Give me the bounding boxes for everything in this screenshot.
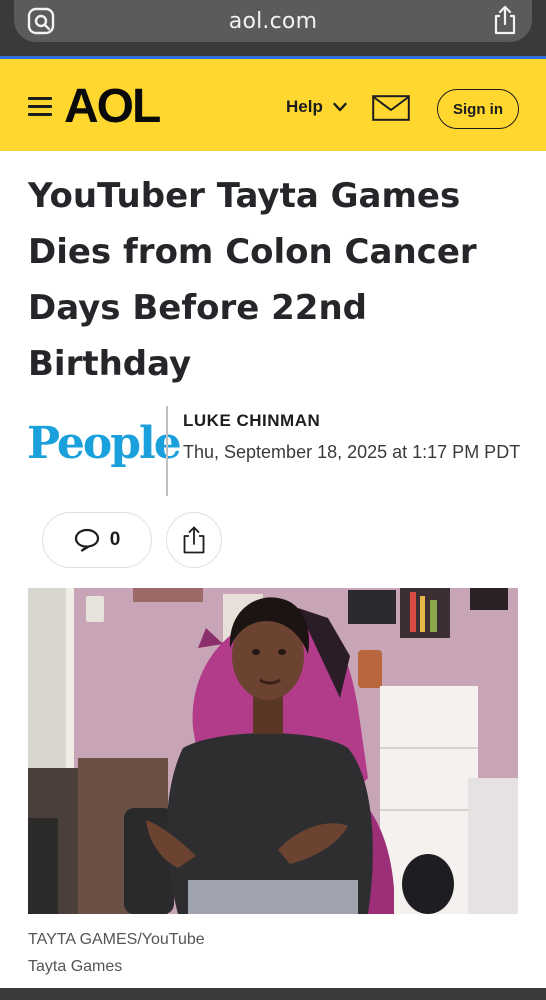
hamburger-menu-icon[interactable] — [28, 97, 52, 117]
aol-logo[interactable]: AOL — [64, 81, 161, 133]
photo-credit: TAYTA GAMES/YouTube — [28, 931, 205, 948]
address-bar[interactable]: aol.com — [14, 0, 532, 42]
chevron-down-icon — [333, 102, 347, 112]
browser-toolbar: aol.com — [0, 0, 546, 59]
author-name[interactable]: LUKE CHINMAN — [183, 411, 320, 431]
help-menu[interactable]: Help — [286, 97, 347, 117]
share-icon — [183, 526, 205, 554]
url-text[interactable]: aol.com — [229, 9, 317, 34]
byline-divider — [166, 406, 168, 496]
sign-in-button[interactable]: Sign in — [437, 89, 519, 129]
publish-date: Thu, September 18, 2025 at 1:17 PM PDT — [183, 442, 521, 462]
comment-icon — [74, 528, 99, 552]
share-button[interactable] — [166, 512, 222, 568]
article-photo[interactable] — [28, 588, 518, 914]
source-logo[interactable]: People — [27, 418, 182, 469]
photo-caption: Tayta Games — [28, 958, 123, 975]
help-label: Help — [286, 97, 323, 116]
comment-count: 0 — [109, 529, 121, 550]
comments-button[interactable]: 0 — [42, 512, 152, 568]
article-headline: YouTuber Tayta Games Dies from Colon Can… — [28, 176, 477, 384]
site-settings-icon[interactable] — [26, 6, 56, 36]
mail-icon[interactable] — [372, 95, 410, 121]
browser-bottom-bar — [0, 988, 546, 1000]
share-icon[interactable] — [492, 4, 518, 36]
site-header: AOL Help Sign in — [0, 59, 546, 151]
